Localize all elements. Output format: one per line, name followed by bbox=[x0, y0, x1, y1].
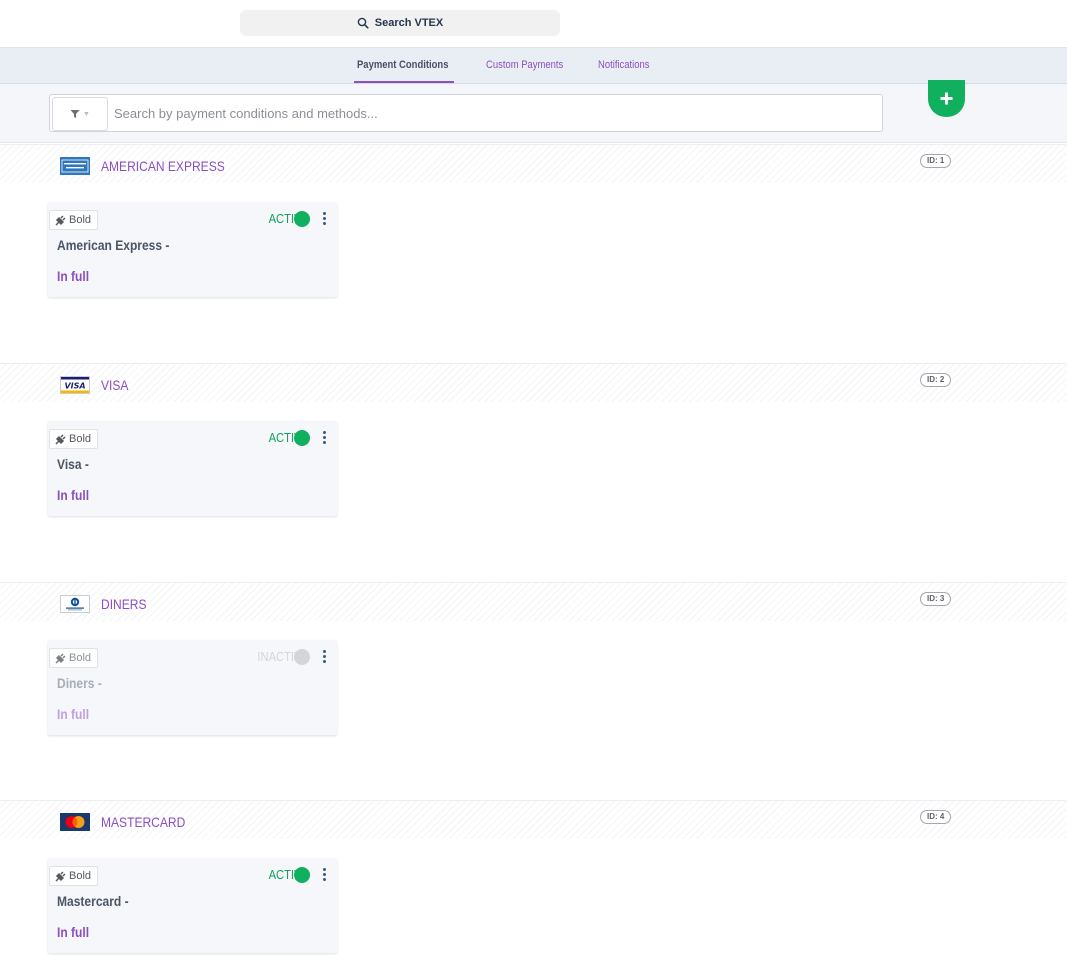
connector-tag: Bold bbox=[49, 210, 99, 230]
funnel-icon bbox=[70, 110, 80, 118]
active-tab-indicator bbox=[354, 81, 454, 83]
connector-tag: Bold bbox=[49, 429, 99, 449]
section-header: VISA VISA ID: 2 bbox=[0, 363, 1067, 402]
status-indicator bbox=[294, 211, 310, 227]
installments-label: In full bbox=[57, 924, 90, 940]
id-badge: ID: 3 bbox=[920, 592, 952, 606]
more-options-icon[interactable] bbox=[319, 212, 329, 228]
brand-name[interactable]: VISA bbox=[101, 377, 128, 393]
plug-icon bbox=[55, 433, 66, 445]
installments-label: In full bbox=[57, 706, 90, 722]
brand-name[interactable]: DINERS bbox=[101, 596, 146, 612]
condition-name: Visa - bbox=[57, 456, 89, 472]
condition-name: Mastercard - bbox=[57, 893, 129, 909]
status-indicator bbox=[294, 867, 310, 883]
connector-tag: Bold bbox=[49, 866, 99, 886]
section-header: DINERS ID: 3 bbox=[0, 582, 1067, 621]
filter-bar: ▼ bbox=[0, 84, 1067, 143]
brand-name[interactable]: MASTERCARD bbox=[101, 814, 185, 830]
connector-name: Bold bbox=[69, 652, 92, 664]
search-icon bbox=[357, 17, 369, 29]
connector-name: Bold bbox=[69, 433, 92, 445]
more-options-icon[interactable] bbox=[319, 650, 329, 666]
installments-label: In full bbox=[57, 268, 90, 284]
installments-label: In full bbox=[57, 487, 90, 503]
filter-button[interactable]: ▼ bbox=[52, 97, 108, 131]
tab-custom-payments[interactable]: Custom Payments bbox=[486, 48, 563, 82]
diners-logo-icon bbox=[60, 595, 90, 613]
tab-bar: Payment Conditions Custom Payments Notif… bbox=[0, 48, 1067, 84]
plug-icon bbox=[55, 870, 66, 882]
more-options-icon[interactable] bbox=[319, 868, 329, 884]
mastercard-logo-icon bbox=[60, 813, 90, 831]
status-indicator bbox=[294, 430, 310, 446]
more-options-icon[interactable] bbox=[319, 431, 329, 447]
global-search-label: Search VTEX bbox=[374, 17, 444, 29]
section-header: AMERICAN EXPRESS ID: 1 bbox=[0, 144, 1067, 183]
id-badge: ID: 2 bbox=[920, 373, 952, 387]
chevron-down-icon: ▼ bbox=[83, 110, 90, 118]
id-badge: ID: 4 bbox=[920, 810, 952, 824]
plus-icon bbox=[940, 92, 953, 105]
payment-condition-card[interactable]: Bold ACTIVE Mastercard - In full bbox=[48, 858, 337, 953]
payment-condition-card[interactable]: Bold ACTIVE American Express - In full bbox=[48, 202, 337, 297]
brand-name[interactable]: AMERICAN EXPRESS bbox=[101, 158, 225, 174]
condition-name: Diners - bbox=[57, 675, 102, 691]
payment-condition-card[interactable]: Bold INACTIVE Diners - In full bbox=[48, 640, 337, 735]
section-header: MASTERCARD ID: 4 bbox=[0, 800, 1067, 839]
visa-logo-icon: VISA bbox=[60, 376, 90, 394]
add-payment-button[interactable] bbox=[928, 80, 965, 117]
plug-icon bbox=[55, 214, 66, 226]
connector-name: Bold bbox=[69, 214, 92, 226]
status-indicator bbox=[294, 649, 310, 665]
svg-text:VISA: VISA bbox=[64, 381, 85, 390]
tab-notifications[interactable]: Notifications bbox=[598, 48, 650, 82]
search-box: ▼ bbox=[49, 94, 883, 132]
condition-name: American Express - bbox=[57, 237, 170, 253]
payment-search-input[interactable] bbox=[114, 95, 874, 131]
tab-payment-conditions[interactable]: Payment Conditions bbox=[357, 48, 448, 82]
payment-condition-card[interactable]: Bold ACTIVE Visa - In full bbox=[48, 421, 337, 516]
top-bar: Search VTEX bbox=[0, 0, 1067, 48]
connector-name: Bold bbox=[69, 870, 92, 882]
id-badge: ID: 1 bbox=[920, 154, 952, 168]
plug-icon bbox=[55, 652, 66, 664]
connector-tag: Bold bbox=[49, 648, 99, 668]
global-search-button[interactable]: Search VTEX bbox=[240, 10, 560, 36]
amex-logo-icon bbox=[60, 157, 90, 175]
